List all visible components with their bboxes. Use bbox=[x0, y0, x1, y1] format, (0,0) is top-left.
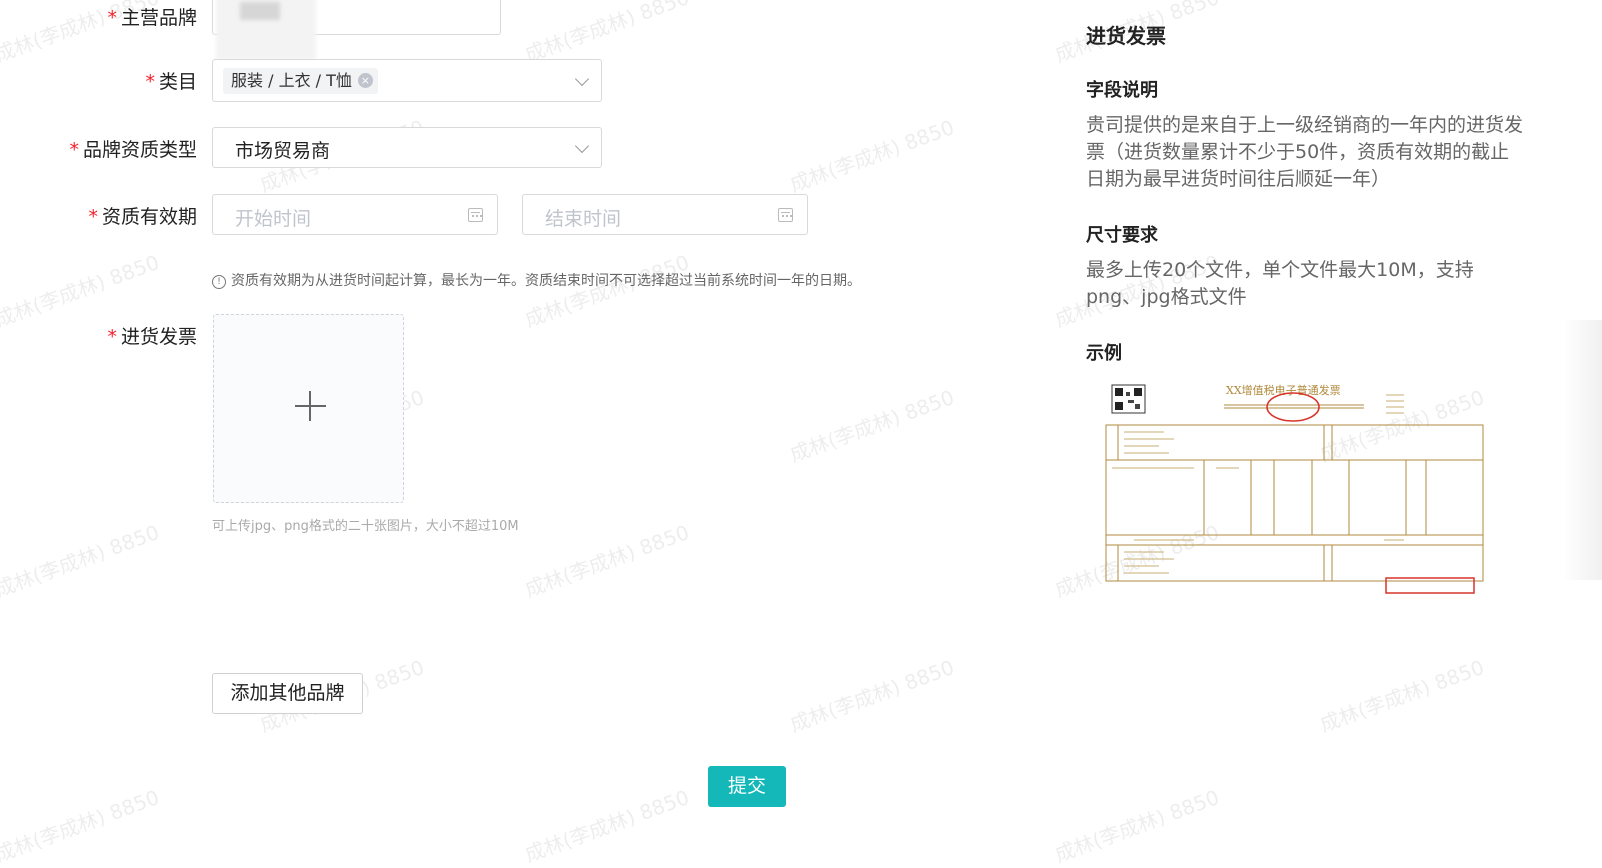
watermark: 成林(李成林) 8850 bbox=[786, 385, 958, 467]
calendar-icon bbox=[468, 208, 483, 222]
end-date-input[interactable]: 结束时间 bbox=[522, 194, 808, 235]
example-title: 示例 bbox=[1086, 343, 1122, 364]
brand-label-text: 主营品牌 bbox=[120, 7, 197, 29]
page-edge-shadow bbox=[1562, 320, 1602, 580]
qualification-type-select[interactable]: 市场贸易商 bbox=[212, 127, 602, 168]
required-mark: * bbox=[69, 139, 79, 161]
required-mark: * bbox=[107, 7, 117, 29]
start-date-placeholder: 开始时间 bbox=[235, 208, 312, 230]
watermark: 成林(李成林) 8850 bbox=[1051, 785, 1223, 867]
side-panel-title: 进货发票 bbox=[1086, 24, 1166, 48]
category-label-text: 类目 bbox=[158, 71, 197, 93]
invoice-label-text: 进货发票 bbox=[120, 326, 197, 348]
required-mark: * bbox=[145, 71, 155, 93]
required-mark: * bbox=[107, 326, 117, 348]
qualification-type-label: * 品牌资质类型 bbox=[0, 135, 197, 162]
chevron-down-icon bbox=[574, 71, 590, 86]
brand-logo-thumbnail bbox=[216, 0, 316, 60]
chevron-down-icon bbox=[574, 138, 590, 153]
calendar-icon bbox=[778, 208, 793, 222]
qualification-type-label-text: 品牌资质类型 bbox=[82, 139, 197, 161]
size-title: 尺寸要求 bbox=[1086, 225, 1158, 246]
qr-code-icon bbox=[1111, 384, 1146, 414]
required-mark: * bbox=[88, 206, 98, 228]
add-brand-button[interactable]: 添加其他品牌 bbox=[212, 673, 363, 714]
watermark: 成林(李成林) 8850 bbox=[0, 520, 163, 602]
start-date-input[interactable]: 开始时间 bbox=[212, 194, 498, 235]
watermark: 成林(李成林) 8850 bbox=[786, 115, 958, 197]
watermark: 成林(李成林) 8850 bbox=[1316, 655, 1488, 737]
qualification-type-value: 市场贸易商 bbox=[235, 140, 331, 162]
field-desc-title: 字段说明 bbox=[1086, 80, 1158, 101]
brand-input[interactable] bbox=[212, 0, 501, 60]
watermark: 成林(李成林) 8850 bbox=[0, 250, 163, 332]
validity-label-text: 资质有效期 bbox=[101, 206, 197, 228]
submit-button[interactable]: 提交 bbox=[708, 766, 786, 807]
category-select[interactable]: 服装 / 上衣 / T恤 × bbox=[212, 59, 602, 102]
size-desc-text: 最多上传20个文件，单个文件最大10M，支持png、jpg格式文件 bbox=[1086, 259, 1474, 308]
validity-hint-text: 资质有效期为从进货时间起计算，最长为一年。资质结束时间不可选择超过当前系统时间一… bbox=[231, 273, 861, 289]
validity-hint: ! 资质有效期为从进货时间起计算，最长为一年。资质结束时间不可选择超过当前系统时间… bbox=[212, 270, 861, 290]
category-tag: 服装 / 上衣 / T恤 × bbox=[223, 68, 378, 94]
field-desc-text: 贵司提供的是来自于上一级经销商的一年内的进货发票（进货数量累计不少于50件，资质… bbox=[1086, 114, 1524, 190]
watermark: 成林(李成林) 8850 bbox=[786, 655, 958, 737]
example-invoice-image: XX增值税电子普通发票 bbox=[1104, 380, 1486, 594]
end-date-placeholder: 结束时间 bbox=[545, 208, 622, 230]
invoice-title: XX增值税电子普通发票 bbox=[1226, 383, 1341, 397]
invoice-upload-area[interactable] bbox=[213, 314, 404, 503]
tag-close-icon[interactable]: × bbox=[357, 73, 373, 88]
category-tag-text: 服装 / 上衣 / T恤 bbox=[231, 71, 352, 90]
invoice-label: * 进货发票 bbox=[0, 322, 197, 349]
watermark: 成林(李成林) 8850 bbox=[521, 785, 693, 867]
validity-label: * 资质有效期 bbox=[0, 202, 197, 229]
category-label: * 类目 bbox=[0, 67, 197, 94]
watermark: 成林(李成林) 8850 bbox=[0, 785, 163, 867]
brand-label: * 主营品牌 bbox=[0, 3, 197, 30]
upload-hint: 可上传jpg、png格式的二十张图片，大小不超过10M bbox=[212, 519, 519, 534]
info-icon: ! bbox=[212, 275, 226, 289]
stamp-icon bbox=[1266, 392, 1320, 422]
highlight-box bbox=[1385, 577, 1475, 594]
watermark: 成林(李成林) 8850 bbox=[521, 520, 693, 602]
watermark: 成林(李成林) 8850 bbox=[521, 0, 693, 67]
invoice-drawing: XX增值税电子普通发票 bbox=[1105, 383, 1484, 594]
